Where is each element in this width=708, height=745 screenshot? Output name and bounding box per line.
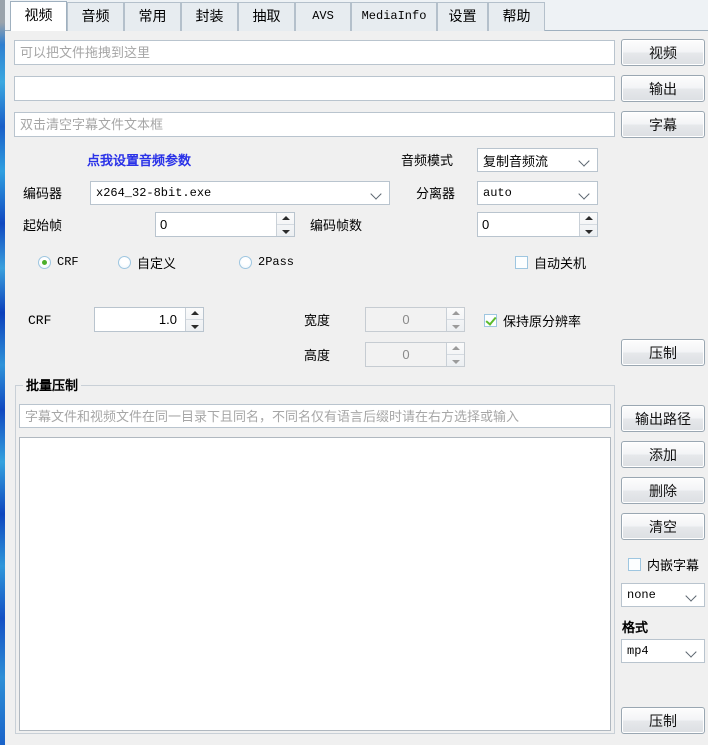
checkbox-indicator (515, 255, 528, 269)
splitter-select[interactable]: auto (477, 181, 598, 205)
encoder-select[interactable]: x264_32-8bit.exe (90, 181, 390, 205)
embed-subtitle-checkbox[interactable]: 内嵌字幕 (628, 555, 699, 573)
video-browse-button[interactable]: 视频 (621, 39, 705, 66)
tab-video[interactable]: 视频 (10, 1, 67, 31)
radio-custom-label: 自定义 (137, 255, 177, 271)
keep-resolution-label: 保持原分辨率 (503, 313, 582, 329)
batch-path-placeholder: 字幕文件和视频文件在同一目录下且同名，不同名仅有语言后缀时请在右方选择或输入 (25, 408, 520, 424)
subtitle-track-value: none (627, 588, 656, 602)
delete-button[interactable]: 删除 (621, 477, 705, 504)
batch-group-title: 批量压制 (23, 379, 82, 392)
auto-shutdown-label: 自动关机 (534, 255, 587, 271)
radio-2pass-label: 2Pass (258, 255, 295, 269)
stepper-down-icon[interactable] (277, 224, 294, 236)
height-stepper-buttons[interactable] (446, 343, 464, 366)
chevron-down-icon (579, 187, 592, 200)
audio-mode-value: 复制音频流 (483, 153, 549, 169)
height-stepper[interactable]: 0 (365, 342, 465, 367)
width-stepper-buttons[interactable] (446, 308, 464, 331)
radio-indicator (239, 255, 252, 269)
width-value: 0 (402, 312, 410, 327)
radio-2pass[interactable]: 2Pass (239, 253, 294, 271)
stepper-down-icon[interactable] (580, 224, 597, 236)
splitter-label: 分离器 (416, 185, 456, 201)
radio-crf-label: CRF (57, 255, 79, 269)
format-label: 格式 (622, 619, 649, 635)
height-label: 高度 (304, 347, 331, 363)
stepper-down-icon[interactable] (447, 354, 464, 366)
radio-custom[interactable]: 自定义 (118, 253, 176, 271)
start-frame-label: 起始帧 (23, 217, 63, 233)
output-file-input[interactable] (14, 76, 615, 101)
chevron-down-icon (371, 187, 384, 200)
start-frame-stepper[interactable]: 0 (155, 212, 295, 237)
clear-button[interactable]: 清空 (621, 513, 705, 540)
subtitle-file-input[interactable]: 双击清空字幕文件文本框 (14, 112, 615, 137)
crf-value: 1.0 (158, 312, 177, 327)
tab-avs[interactable]: AVS (295, 2, 351, 31)
tab-mux[interactable]: 封装 (181, 2, 238, 31)
width-stepper[interactable]: 0 (365, 307, 465, 332)
tab-help[interactable]: 帮助 (488, 2, 545, 31)
subtitle-browse-button[interactable]: 字幕 (621, 111, 705, 138)
format-select[interactable]: mp4 (621, 639, 705, 663)
compress-button[interactable]: 压制 (621, 339, 705, 366)
embed-subtitle-label: 内嵌字幕 (647, 557, 700, 573)
chevron-down-icon (686, 645, 699, 658)
splitter-value: auto (483, 186, 512, 200)
frame-count-value: 0 (482, 217, 490, 232)
batch-path-input[interactable]: 字幕文件和视频文件在同一目录下且同名，不同名仅有语言后缀时请在右方选择或输入 (19, 404, 611, 428)
radio-indicator (118, 255, 131, 269)
stepper-up-icon[interactable] (277, 213, 294, 224)
checkbox-indicator (484, 313, 497, 327)
radio-indicator (38, 255, 51, 269)
start-frame-value: 0 (160, 217, 168, 232)
tab-settings[interactable]: 设置 (437, 2, 488, 31)
audio-mode-select[interactable]: 复制音频流 (477, 148, 598, 172)
keep-resolution-checkbox[interactable]: 保持原分辨率 (484, 311, 581, 329)
application-window: 视频 音频 常用 封装 抽取 AVS MediaInfo 设置 帮助 可以把文件… (5, 0, 708, 745)
output-path-button[interactable]: 输出路径 (621, 405, 705, 432)
crf-stepper-buttons[interactable] (185, 308, 203, 331)
chevron-down-icon (579, 154, 592, 167)
encoder-label: 编码器 (23, 185, 63, 201)
crf-stepper[interactable]: 1.0 (94, 307, 204, 332)
height-value: 0 (402, 347, 410, 362)
video-file-placeholder: 可以把文件拖拽到这里 (20, 45, 151, 60)
subtitle-file-placeholder: 双击清空字幕文件文本框 (20, 117, 164, 132)
chevron-down-icon (686, 589, 699, 602)
tab-mediainfo[interactable]: MediaInfo (351, 2, 437, 31)
stepper-up-icon[interactable] (580, 213, 597, 224)
batch-file-list[interactable] (19, 437, 611, 731)
encoder-value: x264_32-8bit.exe (96, 186, 212, 200)
frame-count-stepper-buttons[interactable] (579, 213, 597, 236)
stepper-up-icon[interactable] (447, 343, 464, 354)
subtitle-track-select[interactable]: none (621, 583, 705, 607)
tab-common[interactable]: 常用 (124, 2, 181, 31)
format-value: mp4 (627, 644, 649, 658)
width-label: 宽度 (304, 312, 331, 328)
video-file-input[interactable]: 可以把文件拖拽到这里 (14, 40, 615, 65)
stepper-down-icon[interactable] (186, 319, 203, 331)
tab-extract[interactable]: 抽取 (238, 2, 295, 31)
start-frame-stepper-buttons[interactable] (276, 213, 294, 236)
stepper-up-icon[interactable] (186, 308, 203, 319)
audio-params-link[interactable]: 点我设置音频参数 (87, 152, 191, 168)
stepper-up-icon[interactable] (447, 308, 464, 319)
frame-count-stepper[interactable]: 0 (477, 212, 598, 237)
auto-shutdown-checkbox[interactable]: 自动关机 (515, 253, 586, 271)
stepper-down-icon[interactable] (447, 319, 464, 331)
batch-compress-button[interactable]: 压制 (621, 707, 705, 734)
tab-audio[interactable]: 音频 (67, 2, 124, 31)
radio-crf[interactable]: CRF (38, 253, 79, 271)
audio-mode-label: 音频模式 (401, 152, 454, 168)
checkbox-indicator (628, 557, 641, 571)
frame-count-label: 编码帧数 (310, 217, 363, 233)
add-button[interactable]: 添加 (621, 441, 705, 468)
output-browse-button[interactable]: 输出 (621, 75, 705, 102)
crf-label: CRF (28, 312, 52, 328)
tab-bar: 视频 音频 常用 封装 抽取 AVS MediaInfo 设置 帮助 (5, 0, 708, 31)
